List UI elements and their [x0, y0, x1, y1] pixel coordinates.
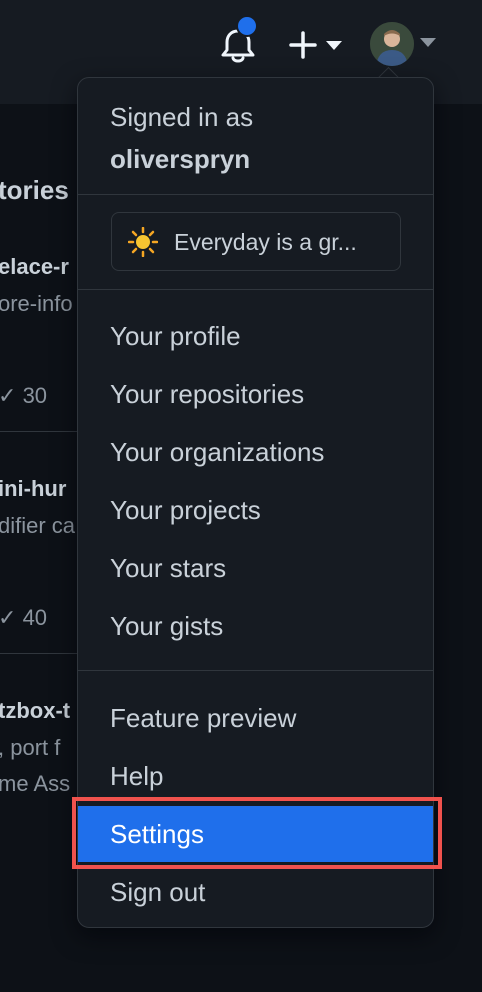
triangle-down-icon	[326, 41, 342, 50]
divider	[78, 194, 433, 195]
create-new-button[interactable]	[284, 26, 344, 62]
unread-indicator	[236, 15, 258, 37]
star-icon: ✓	[0, 383, 17, 408]
signed-in-label: Signed in as	[110, 102, 254, 132]
repo-description: difier ca	[0, 513, 76, 538]
triangle-down-icon	[420, 38, 436, 47]
repo-description: , port f	[0, 735, 61, 760]
repo-description-line-2: me Ass	[0, 771, 71, 796]
divider	[78, 289, 433, 290]
menu-item-your-projects[interactable]: Your projects	[78, 482, 433, 538]
status-text: Everyday is a gr...	[174, 229, 357, 255]
menu-item-help[interactable]: Help	[78, 748, 433, 804]
menu-item-your-organizations[interactable]: Your organizations	[78, 424, 433, 480]
menu-item-your-gists[interactable]: Your gists	[78, 598, 433, 654]
user-menu-button[interactable]	[370, 22, 440, 66]
set-status-button[interactable]: Everyday is a gr...	[111, 212, 401, 271]
menu-item-your-stars[interactable]: Your stars	[78, 540, 433, 596]
divider	[78, 670, 433, 671]
repo-name[interactable]: elace-r	[0, 254, 69, 280]
sun-icon	[128, 227, 158, 257]
plus-icon	[289, 31, 317, 59]
star-count: 40	[22, 605, 48, 630]
repo-name[interactable]: ini-hur	[0, 476, 66, 502]
menu-item-settings[interactable]: Settings	[78, 806, 433, 862]
menu-item-feature-preview[interactable]: Feature preview	[78, 690, 433, 746]
username: oliverspryn	[110, 144, 251, 174]
divider	[0, 653, 78, 654]
menu-item-your-repositories[interactable]: Your repositories	[78, 366, 433, 422]
repositories-heading: tories	[0, 175, 69, 205]
menu-item-your-profile[interactable]: Your profile	[78, 308, 433, 364]
repo-description: ore-info	[0, 291, 73, 316]
repo-name[interactable]: tzbox-t	[0, 698, 70, 724]
repo-stars: ✓ 30	[0, 383, 47, 409]
star-icon: ✓	[0, 605, 17, 630]
divider	[0, 431, 78, 432]
star-count: 30	[22, 383, 48, 408]
repo-stars: ✓ 40	[0, 605, 47, 631]
avatar	[370, 22, 414, 66]
menu-item-sign-out[interactable]: Sign out	[78, 864, 433, 920]
